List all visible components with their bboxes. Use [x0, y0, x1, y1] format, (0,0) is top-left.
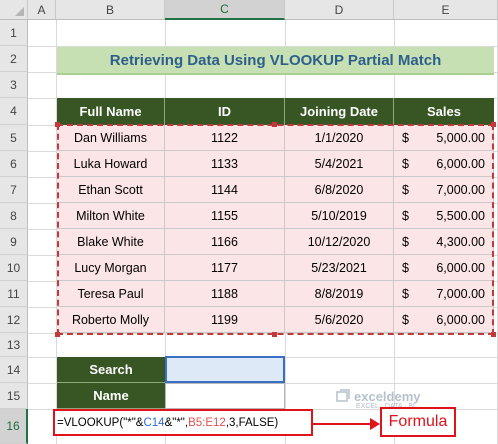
- row-header-5[interactable]: 5: [0, 125, 28, 151]
- cell-joining-date[interactable]: 5/6/2020: [285, 307, 394, 333]
- row-header-1[interactable]: 1: [0, 20, 28, 46]
- sales-amount: 6,000.00: [436, 312, 485, 327]
- range-handle[interactable]: [491, 332, 496, 337]
- cell-sales[interactable]: $7,000.00: [394, 281, 494, 307]
- currency-symbol: $: [402, 130, 409, 145]
- watermark-text: exceldemy: [354, 388, 421, 404]
- cell-full-name[interactable]: Teresa Paul: [57, 281, 165, 307]
- select-all-corner[interactable]: [0, 0, 28, 20]
- formula-part: &"*",: [164, 416, 189, 429]
- currency-symbol: $: [402, 260, 409, 275]
- cell-joining-date[interactable]: 5/23/2021: [285, 255, 394, 281]
- sales-amount: 5,500.00: [436, 208, 485, 223]
- name-result-cell[interactable]: [165, 383, 285, 409]
- sales-amount: 7,000.00: [436, 182, 485, 197]
- sales-amount: 6,000.00: [436, 260, 485, 275]
- cell-full-name[interactable]: Dan Williams: [57, 125, 165, 151]
- exceldemy-logo-icon: [336, 389, 350, 403]
- row-header-15[interactable]: 15: [0, 383, 28, 409]
- cell-full-name[interactable]: Blake White: [57, 229, 165, 255]
- currency-symbol: $: [402, 182, 409, 197]
- cell-sales[interactable]: $6,000.00: [394, 307, 494, 333]
- cell-joining-date[interactable]: 1/1/2020: [285, 125, 394, 151]
- sheet-title: Retrieving Data Using VLOOKUP Partial Ma…: [57, 47, 494, 75]
- range-handle[interactable]: [55, 332, 60, 337]
- currency-symbol: $: [402, 312, 409, 327]
- cell-sales[interactable]: $7,000.00: [394, 177, 494, 203]
- cell-full-name[interactable]: Milton White: [57, 203, 165, 229]
- column-header-e[interactable]: E: [394, 0, 498, 20]
- cell-id[interactable]: 1177: [165, 255, 285, 281]
- cell-id[interactable]: 1199: [165, 307, 285, 333]
- cell-id[interactable]: 1155: [165, 203, 285, 229]
- sales-amount: 4,300.00: [436, 234, 485, 249]
- column-header-b[interactable]: B: [56, 0, 165, 20]
- row-header-6[interactable]: 6: [0, 151, 28, 177]
- cell-joining-date[interactable]: 10/12/2020: [285, 229, 394, 255]
- cell-full-name[interactable]: Luka Howard: [57, 151, 165, 177]
- cell-sales[interactable]: $5,000.00: [394, 125, 494, 151]
- name-label: Name: [57, 383, 165, 409]
- column-header-d[interactable]: D: [285, 0, 394, 20]
- formula-ref-range: B5:E12: [188, 416, 226, 429]
- header-full-name[interactable]: Full Name: [57, 98, 165, 125]
- arrow-right-icon: [370, 418, 380, 430]
- sales-amount: 6,000.00: [436, 156, 485, 171]
- row-header-11[interactable]: 11: [0, 281, 28, 307]
- cell-joining-date[interactable]: 5/4/2021: [285, 151, 394, 177]
- formula-cell[interactable]: =VLOOKUP("*"& C14 &"*", B5:E12,3,FALSE): [53, 409, 313, 436]
- currency-symbol: $: [402, 208, 409, 223]
- row-header-13[interactable]: 13: [0, 333, 28, 357]
- row-header-14[interactable]: 14: [0, 357, 28, 383]
- row-header-8[interactable]: 8: [0, 203, 28, 229]
- formula-part: =VLOOKUP("*"&: [57, 416, 144, 429]
- formula-callout-label: Formula: [380, 407, 456, 437]
- column-header-c[interactable]: C: [165, 0, 285, 20]
- row-header-4[interactable]: 4: [0, 98, 28, 125]
- column-header-a[interactable]: A: [28, 0, 56, 20]
- row-header-16[interactable]: 16: [0, 409, 28, 444]
- formula-part: ,3,FALSE): [225, 416, 279, 429]
- currency-symbol: $: [402, 156, 409, 171]
- cell-joining-date[interactable]: 6/8/2020: [285, 177, 394, 203]
- cell-sales[interactable]: $6,000.00: [394, 151, 494, 177]
- cell-full-name[interactable]: Roberto Molly: [57, 307, 165, 333]
- search-label: Search: [57, 357, 165, 383]
- cell-id[interactable]: 1133: [165, 151, 285, 177]
- row-header-7[interactable]: 7: [0, 177, 28, 203]
- row-header-12[interactable]: 12: [0, 307, 28, 333]
- search-input-cell[interactable]: [165, 356, 285, 383]
- row-header-3[interactable]: 3: [0, 72, 28, 98]
- currency-symbol: $: [402, 286, 409, 301]
- cell-id[interactable]: 1188: [165, 281, 285, 307]
- cell-sales[interactable]: $6,000.00: [394, 255, 494, 281]
- header-id[interactable]: ID: [165, 98, 285, 125]
- range-handle[interactable]: [272, 122, 277, 127]
- formula-ref-c14: C14: [143, 416, 165, 429]
- cell-sales[interactable]: $4,300.00: [394, 229, 494, 255]
- sales-amount: 7,000.00: [436, 286, 485, 301]
- sales-amount: 5,000.00: [436, 130, 485, 145]
- arrow-line: [313, 423, 373, 425]
- range-handle[interactable]: [491, 122, 496, 127]
- cell-joining-date[interactable]: 8/8/2019: [285, 281, 394, 307]
- header-joining-date[interactable]: Joining Date: [285, 98, 394, 125]
- cell-sales[interactable]: $5,500.00: [394, 203, 494, 229]
- row-header-10[interactable]: 10: [0, 255, 28, 281]
- row-header-2[interactable]: 2: [0, 46, 28, 72]
- range-handle[interactable]: [55, 122, 60, 127]
- cell-full-name[interactable]: Lucy Morgan: [57, 255, 165, 281]
- row-header-9[interactable]: 9: [0, 229, 28, 255]
- cell-id[interactable]: 1166: [165, 229, 285, 255]
- header-sales[interactable]: Sales: [394, 98, 494, 125]
- cell-id[interactable]: 1144: [165, 177, 285, 203]
- currency-symbol: $: [402, 234, 409, 249]
- cell-full-name[interactable]: Ethan Scott: [57, 177, 165, 203]
- cell-id[interactable]: 1122: [165, 125, 285, 151]
- range-handle[interactable]: [272, 332, 277, 337]
- cell-joining-date[interactable]: 5/10/2019: [285, 203, 394, 229]
